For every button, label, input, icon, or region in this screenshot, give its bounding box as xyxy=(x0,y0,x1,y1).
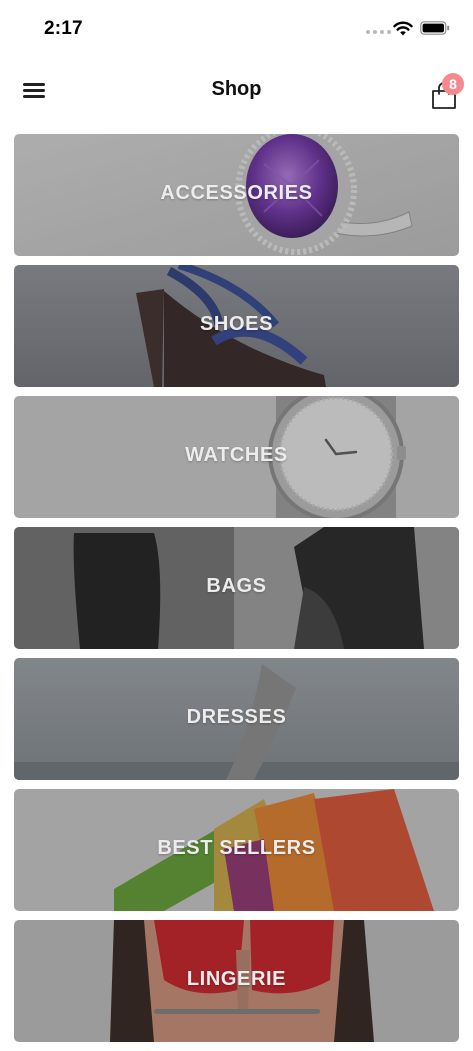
category-list: ACCESSORIES SHOES WATCHES BAGS DRESSES B… xyxy=(14,134,459,1051)
category-card-bags[interactable]: BAGS xyxy=(14,527,459,649)
battery-icon xyxy=(420,21,450,35)
cart-button[interactable]: 8 xyxy=(428,72,464,112)
category-card-shoes[interactable]: SHOES xyxy=(14,265,459,387)
status-bar: 2:17 xyxy=(0,0,473,56)
category-label: ACCESSORIES xyxy=(160,182,313,204)
category-label: WATCHES xyxy=(185,444,288,466)
category-card-best-sellers[interactable]: BEST SELLERS xyxy=(14,789,459,911)
category-label: SHOES xyxy=(199,313,274,335)
page-title: Shop xyxy=(211,78,262,100)
home-indicator xyxy=(154,1009,320,1014)
navigation-bar: Shop 8 xyxy=(0,56,473,126)
cellular-signal-icon xyxy=(366,30,391,34)
category-card-dresses[interactable]: DRESSES xyxy=(14,658,459,780)
category-label: DRESSES xyxy=(186,706,287,728)
category-label: LINGERIE xyxy=(186,968,287,990)
cart-count-badge: 8 xyxy=(442,73,464,95)
category-label: BAGS xyxy=(206,575,267,597)
category-card-accessories[interactable]: ACCESSORIES xyxy=(14,134,459,256)
wifi-icon xyxy=(393,21,413,36)
category-card-watches[interactable]: WATCHES xyxy=(14,396,459,518)
category-label: BEST SELLERS xyxy=(157,837,316,859)
status-time: 2:17 xyxy=(44,18,83,39)
